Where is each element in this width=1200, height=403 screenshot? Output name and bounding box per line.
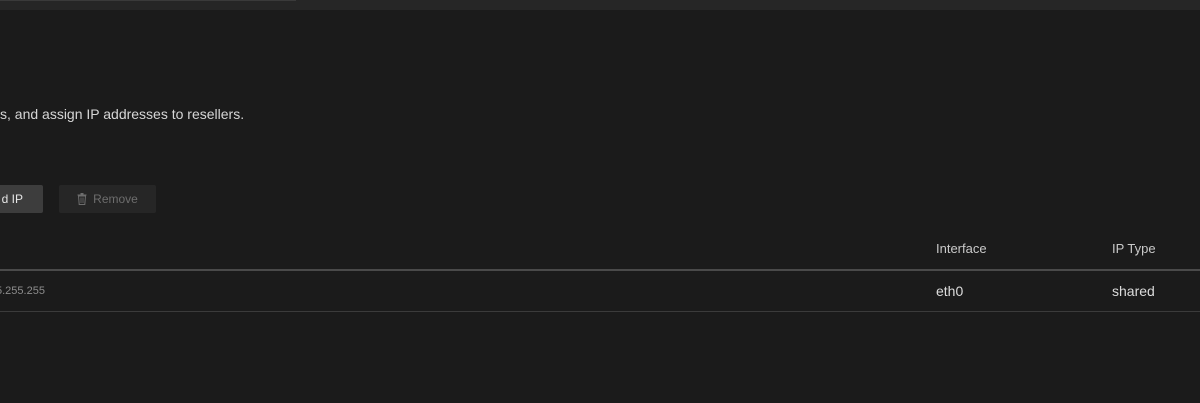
cell-netmask: 5.255.255: [0, 285, 45, 297]
add-ip-button[interactable]: d IP: [0, 185, 43, 213]
column-header-interface[interactable]: Interface: [936, 241, 987, 256]
column-header-ip-type[interactable]: IP Type: [1112, 241, 1156, 256]
cell-ip-type: shared: [1112, 283, 1155, 299]
cell-interface: eth0: [936, 283, 964, 299]
remove-button-label: Remove: [93, 192, 138, 206]
table-header-divider: [0, 269, 1200, 271]
remove-button[interactable]: Remove: [59, 185, 156, 213]
top-bar-tab-indicator: [0, 0, 296, 1]
page-description: s, and assign IP addresses to resellers.: [0, 106, 245, 122]
ip-management-page: s, and assign IP addresses to resellers.…: [0, 0, 1200, 403]
table-row-divider: [0, 311, 1200, 312]
trash-icon: [77, 193, 87, 205]
top-bar: [0, 0, 1200, 10]
